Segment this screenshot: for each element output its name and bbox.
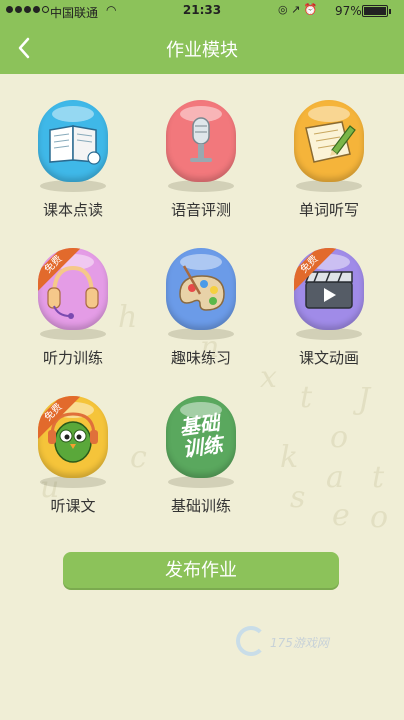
module-label: 听课文: [50, 497, 96, 515]
owl-headphones-icon: 免费: [38, 396, 108, 478]
pencil-paper-icon: [294, 100, 364, 182]
module-listening-training[interactable]: 免费 听力训练: [18, 244, 128, 374]
watermark: 175游戏网: [236, 626, 366, 662]
module-label: 基础训练: [170, 497, 231, 515]
headphones-icon: 免费: [38, 248, 108, 330]
basic-training-icon-text: 基础训练: [177, 410, 225, 462]
header-bar: 中国联通 ◠ 21:33 ◎ ↗ ⏰ 97% 作业模块: [0, 0, 404, 74]
module-label: 趣味练习: [170, 349, 231, 367]
module-listen-text[interactable]: 免费 听课文: [18, 392, 128, 522]
module-basic-training[interactable]: 基础训练 基础训练: [146, 392, 256, 522]
module-voice-evaluation[interactable]: 语音评测: [146, 96, 256, 226]
watermark-logo-icon: [236, 626, 266, 656]
page-title: 作业模块: [166, 40, 238, 61]
battery-percent: 97%: [335, 4, 362, 18]
microphone-icon: [166, 100, 236, 182]
location-alarm-icons: ◎ ↗ ⏰: [278, 3, 318, 16]
watermark-text: 175游戏网: [270, 636, 329, 650]
module-fun-practice[interactable]: 趣味练习: [146, 244, 256, 374]
paint-palette-icon: [166, 248, 236, 330]
module-label: 语音评测: [170, 201, 231, 219]
module-label: 单词听写: [298, 201, 359, 219]
module-text-animation[interactable]: 免费 课文动画: [274, 244, 384, 374]
battery-icon: [362, 5, 391, 17]
module-textbook-reading[interactable]: 课本点读: [18, 96, 128, 226]
video-icon: 免费: [294, 248, 364, 330]
basic-training-icon: 基础训练: [166, 396, 236, 478]
module-word-dictation[interactable]: 单词听写: [274, 96, 384, 226]
nav-bar: 作业模块: [0, 22, 404, 74]
module-label: 课文动画: [298, 349, 359, 367]
book-icon: [38, 100, 108, 182]
status-bar: 中国联通 ◠ 21:33 ◎ ↗ ⏰ 97%: [0, 0, 404, 22]
module-label: 听力训练: [42, 349, 103, 367]
module-label: 课本点读: [42, 201, 103, 219]
publish-homework-button[interactable]: 发布作业: [63, 552, 339, 590]
